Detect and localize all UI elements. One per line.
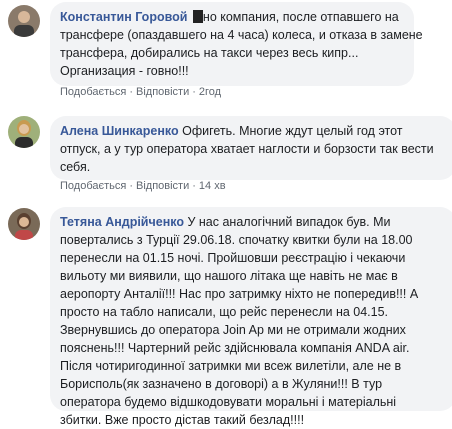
comment-text-line: Звернувшись до оператора Join Ap ми не о… — [60, 323, 406, 337]
reply-link[interactable]: Відповісти — [136, 180, 189, 192]
redaction-mark — [192, 10, 203, 23]
comment-bubble: Константин Горовой но компания, после от… — [50, 2, 423, 86]
comment-text-line: трансфера, добирались на такси через вес… — [60, 46, 359, 60]
comment-text-line: повертались з Турції 29.06.18. спочатку … — [60, 233, 413, 247]
comment-author[interactable]: Тетяна Андрійченко — [60, 215, 184, 229]
comment-text-line: Після чотиригодинної затримки ми всеж ви… — [60, 359, 402, 373]
comment-bubble: Алена Шинкаренко Офигеть. Многие ждут це… — [50, 116, 452, 180]
comment-text-line: Организация - говно!!! — [60, 64, 189, 78]
comment-text-line: отпуск, а у тур оператора хватает наглос… — [60, 142, 434, 156]
timestamp[interactable]: 2год — [199, 86, 221, 98]
comment-text-line: но компания, после отпавшего на — [202, 10, 399, 24]
comment-text-line: У нас аналогічний випадок був. Ми — [187, 215, 391, 229]
timestamp[interactable]: 14 хв — [199, 180, 226, 192]
comment-text-line: пояснень!!! Чартерний рейс здійснювала к… — [60, 341, 410, 355]
like-link[interactable]: Подобається — [60, 86, 126, 98]
comment-text-line: оператора будемо відшкодовувати моральні… — [60, 395, 397, 409]
avatar[interactable] — [8, 116, 40, 148]
comment-actions: Подобається · Відповісти · 14 хв — [60, 180, 226, 192]
comment-text-line: трансфере (опаздавшего на 4 часа) колеса… — [60, 28, 423, 42]
comment-text-line: себя. — [60, 160, 91, 174]
comment-text-line: аеропорту Анталії!!! Нас про затримку ні… — [60, 287, 419, 301]
comment-author[interactable]: Алена Шинкаренко — [60, 124, 179, 138]
comment-text-line: Офигеть. Многие ждут целый год этот — [182, 124, 403, 138]
comment-text-line: Борисполь(як зазначено в договорі) а в Ж… — [60, 377, 383, 391]
avatar[interactable] — [8, 5, 40, 37]
comment-text-line: вильоту ми виявили, що нашого літака ще … — [60, 269, 398, 283]
comment-text-line: перенесли на 01.15 ночі. Пройшовши реєст… — [60, 251, 406, 265]
reply-link[interactable]: Відповісти — [136, 86, 189, 98]
comment-author[interactable]: Константин Горовой — [60, 10, 187, 24]
avatar[interactable] — [8, 208, 40, 240]
like-link[interactable]: Подобається — [60, 180, 126, 192]
comment-bubble: Тетяна Андрійченко У нас аналогічний вип… — [50, 207, 452, 427]
comment-actions: Подобається · Відповісти · 2год — [60, 86, 222, 98]
comment-text-line: збитки. Вже просто дістав такий безлад!!… — [60, 413, 305, 427]
comment-text-line: просто на табло написали, що рейс перене… — [60, 305, 389, 319]
